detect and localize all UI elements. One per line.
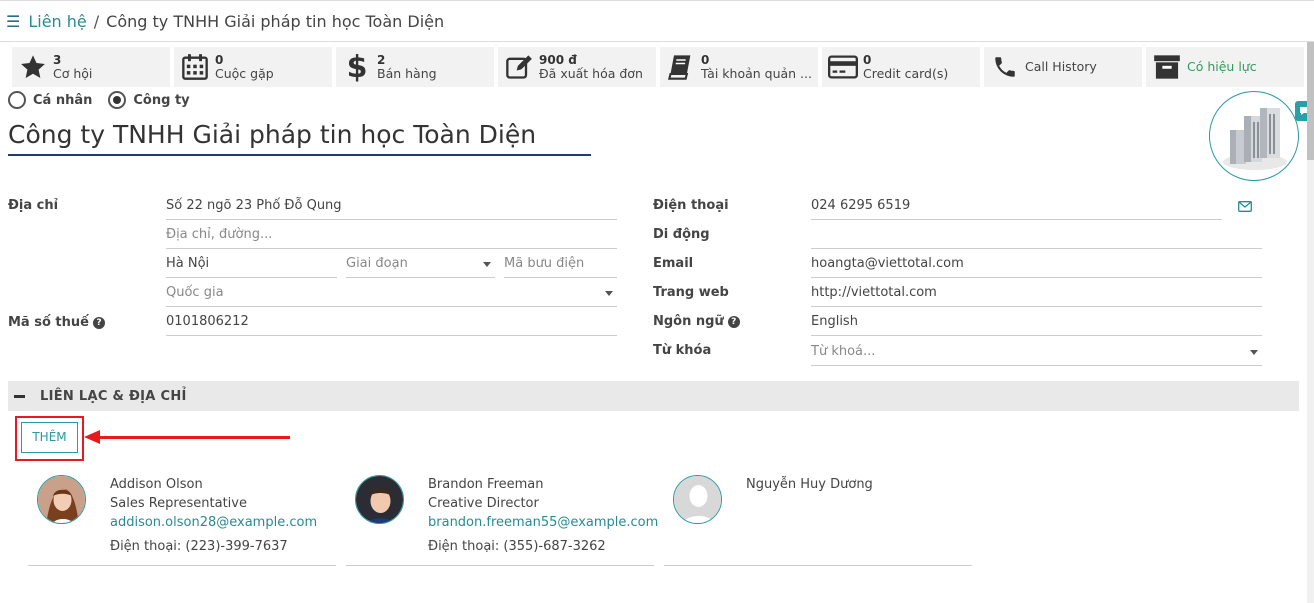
tags-placeholder: Từ khoá... <box>811 344 876 359</box>
company-label: Công ty <box>133 92 190 108</box>
street-field[interactable]: Số 22 ngõ 23 Phố Đỗ Qung <box>166 196 617 220</box>
individual-option[interactable]: Cá nhân <box>8 91 92 109</box>
contact-card[interactable]: Brandon Freeman Creative Director brando… <box>346 470 658 566</box>
sales-label: Bán hàng <box>377 66 437 81</box>
opportunities-label: Cơ hội <box>53 66 93 81</box>
website-field[interactable]: http://viettotal.com <box>811 283 1262 307</box>
breadcrumb-separator: / <box>93 11 100 31</box>
contact-title: Creative Director <box>428 496 539 511</box>
meetings-count: 0 <box>215 53 224 67</box>
active-status-label: Có hiệu lực <box>1187 59 1257 74</box>
dollar-icon: $ <box>346 49 368 85</box>
opportunities-count: 3 <box>53 53 62 67</box>
state-select[interactable]: Giai đoạn <box>346 254 495 278</box>
sales-button[interactable]: $ 2 Bán hàng <box>336 47 494 87</box>
call-history-button[interactable]: Call History <box>984 47 1142 87</box>
company-name-input[interactable]: Công ty TNHH Giải pháp tin học Toàn Diện <box>8 118 591 156</box>
mobile-field[interactable] <box>811 225 1262 249</box>
contact-card[interactable]: Addison Olson Sales Representative addis… <box>28 470 336 566</box>
help-icon[interactable]: ? <box>727 316 740 328</box>
contact-avatar <box>355 475 404 524</box>
contact-title: Sales Representative <box>110 496 247 511</box>
credit-cards-button[interactable]: 0 Credit card(s) <box>822 47 980 87</box>
address-label: Địa chỉ <box>8 198 59 213</box>
language-label: Ngôn ngữ <box>653 314 724 329</box>
contact-phone: Điện thoại: (223)-399-7637 <box>110 539 288 554</box>
country-placeholder: Quốc gia <box>166 285 224 300</box>
vat-field[interactable]: 0101806212 <box>166 312 617 336</box>
company-radio[interactable] <box>108 91 127 109</box>
city-field[interactable]: Hà Nội <box>166 254 337 278</box>
contact-phone: Điện thoại: (355)-687-3262 <box>428 539 606 554</box>
contact-name: Addison Olson <box>110 477 203 492</box>
mobile-label: Di động <box>653 227 710 242</box>
credit-cards-label: Credit card(s) <box>863 66 949 81</box>
company-option[interactable]: Công ty <box>108 91 190 109</box>
email-field[interactable]: hoangta@viettotal.com <box>811 254 1262 278</box>
sms-envelope-icon[interactable] <box>1238 201 1252 216</box>
phone-icon <box>989 51 1021 83</box>
contact-name: Nguyễn Huy Dương <box>746 477 873 492</box>
breadcrumb-bar: ☰ Liên hệ / Công ty TNHH Giải pháp tin h… <box>0 0 1314 42</box>
vat-label: Mã số thuế <box>8 315 89 330</box>
meetings-label: Cuộc gặp <box>215 66 274 81</box>
contact-email[interactable]: brandon.freeman55@example.com <box>428 513 658 532</box>
website-label: Trang web <box>653 285 729 300</box>
meetings-button[interactable]: 0 Cuộc gặp <box>174 47 332 87</box>
phone-label: Điện thoại <box>653 198 729 213</box>
state-placeholder: Giai đoạn <box>346 256 408 271</box>
chevron-down-icon <box>605 291 613 296</box>
annotation-arrow-line <box>98 436 290 439</box>
tags-select[interactable]: Từ khoá... <box>811 342 1262 366</box>
invoiced-amount: 900 đ <box>539 53 577 67</box>
contacts-section-header[interactable]: LIÊN LẠC & ĐỊA CHỈ <box>8 381 1299 411</box>
hamburger-menu-icon[interactable]: ☰ <box>6 12 20 31</box>
book-icon <box>665 51 697 83</box>
country-select[interactable]: Quốc gia <box>166 283 617 307</box>
smart-button-bar: 3 Cơ hội 0 Cuộc gặp $ 2 Bán hàng 900 đ Đã xu… <box>12 47 1304 87</box>
add-contact-button[interactable]: THÊM <box>21 422 78 453</box>
collapse-minus-icon[interactable] <box>14 394 25 398</box>
contact-card[interactable]: Nguyễn Huy Dương <box>664 470 972 566</box>
credit-cards-count: 0 <box>863 53 872 67</box>
language-select[interactable]: English <box>811 312 1262 336</box>
help-icon[interactable]: ? <box>92 317 105 329</box>
email-label: Email <box>653 256 694 271</box>
edit-invoice-icon <box>503 51 535 83</box>
star-icon <box>17 51 49 83</box>
language-label-wrap: Ngôn ngữ? <box>653 314 740 329</box>
chevron-down-icon <box>1250 350 1258 355</box>
accounts-button[interactable]: 0 Tài khoản quản ... <box>660 47 818 87</box>
breadcrumb-contacts-link[interactable]: Liên hệ <box>28 12 86 31</box>
scrollbar-thumb[interactable] <box>1307 42 1314 160</box>
call-history-label: Call History <box>1025 59 1097 74</box>
invoiced-label: Đã xuất hóa đơn <box>539 66 643 81</box>
contact-avatar-placeholder <box>673 475 722 524</box>
calendar-icon <box>179 51 211 83</box>
company-type-radio-group: Cá nhân Công ty <box>8 91 206 109</box>
credit-card-icon <box>827 51 859 83</box>
chevron-down-icon <box>483 262 491 267</box>
section-title: LIÊN LẠC & ĐỊA CHỈ <box>40 388 187 404</box>
accounts-label: Tài khoản quản ... <box>701 66 812 81</box>
individual-radio[interactable] <box>8 91 26 109</box>
company-avatar[interactable] <box>1209 91 1299 181</box>
breadcrumb-current: Công ty TNHH Giải pháp tin học Toàn Diện <box>106 11 445 31</box>
accounts-count: 0 <box>701 53 710 67</box>
street2-field[interactable]: Địa chỉ, đường... <box>166 225 617 249</box>
zip-field[interactable]: Mã bưu điện <box>504 254 617 278</box>
vat-label-wrap: Mã số thuế? <box>8 315 105 330</box>
sales-count: 2 <box>377 53 386 67</box>
opportunities-button[interactable]: 3 Cơ hội <box>12 47 170 87</box>
contact-avatar <box>37 475 86 524</box>
active-toggle-button[interactable]: Có hiệu lực <box>1146 47 1304 87</box>
tags-label: Từ khóa <box>653 343 712 358</box>
contact-email[interactable]: addison.olson28@example.com <box>110 513 317 532</box>
contact-name: Brandon Freeman <box>428 477 544 492</box>
invoiced-button[interactable]: 900 đ Đã xuất hóa đơn <box>498 47 656 87</box>
phone-field[interactable]: 024 6295 6519 <box>811 196 1222 220</box>
individual-label: Cá nhân <box>33 92 93 108</box>
archive-icon <box>1151 51 1183 83</box>
